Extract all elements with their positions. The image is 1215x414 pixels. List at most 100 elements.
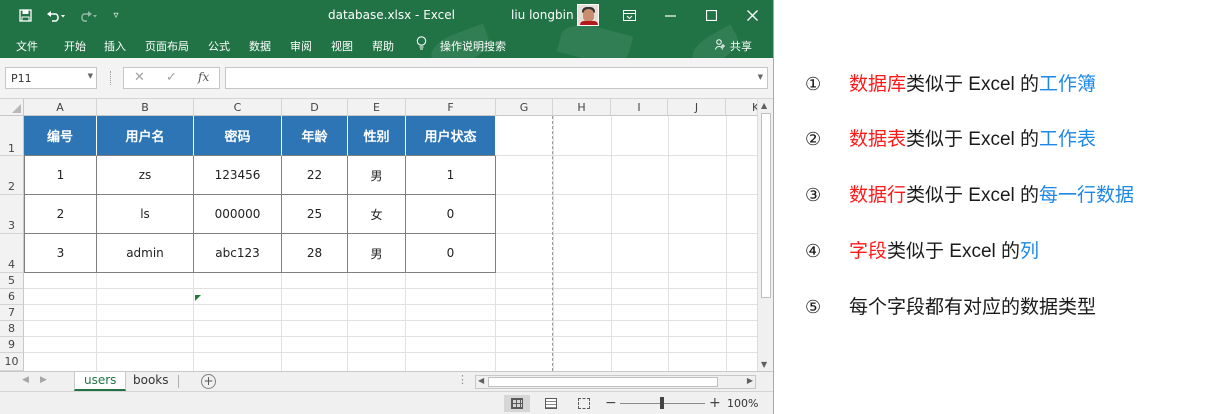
sheet-tab-books[interactable]: books (124, 372, 178, 391)
column-header[interactable]: H (553, 99, 611, 116)
select-all-corner[interactable] (0, 99, 24, 116)
row-header[interactable]: 6 (0, 289, 24, 305)
row-header[interactable]: 8 (0, 321, 24, 337)
tell-me-search[interactable]: 操作说明搜索 (440, 38, 506, 54)
tab-review[interactable]: 审阅 (290, 38, 312, 54)
table-cell[interactable]: 000000 (194, 195, 282, 234)
worksheet-grid[interactable]: A B C D E F G H I J K 1 2 3 4 5 6 7 8 9 … (0, 99, 757, 371)
row-header[interactable]: 5 (0, 273, 24, 289)
sheet-prev-icon[interactable]: ◀ (22, 375, 29, 385)
redo-icon[interactable] (74, 0, 102, 31)
restore-icon[interactable] (697, 0, 725, 31)
expand-formula-icon[interactable]: ▼ (758, 73, 763, 81)
tab-split-handle-icon[interactable]: ⋮ (457, 373, 468, 386)
vertical-scrollbar[interactable]: ▲ ▼ (757, 99, 773, 372)
table-header-cell[interactable]: 密码 (194, 116, 282, 156)
table-cell[interactable]: 1 (406, 156, 496, 195)
column-header[interactable]: K (726, 99, 757, 116)
minimize-icon[interactable] (656, 0, 684, 31)
page-break-view-button[interactable] (571, 395, 597, 412)
scroll-thumb[interactable] (761, 113, 771, 298)
table-cell[interactable]: 25 (282, 195, 348, 234)
tab-page-layout[interactable]: 页面布局 (145, 38, 189, 54)
zoom-out-icon[interactable]: − (605, 395, 617, 411)
tab-help[interactable]: 帮助 (372, 38, 394, 54)
share-button[interactable]: 共享 (730, 38, 752, 54)
table-cell[interactable]: 28 (282, 234, 348, 273)
table-cell[interactable]: 男 (348, 234, 406, 273)
column-header[interactable]: E (348, 99, 406, 116)
table-cell[interactable]: 男 (348, 156, 406, 195)
user-name[interactable]: liu longbin (511, 8, 574, 22)
row-header[interactable]: 10 (0, 353, 24, 371)
table-cell[interactable]: abc123 (194, 234, 282, 273)
table-cell[interactable]: 2 (24, 195, 97, 234)
row-header[interactable]: 4 (0, 234, 24, 273)
column-header[interactable]: G (496, 99, 553, 116)
ribbon-display-icon[interactable] (615, 0, 643, 31)
tab-view[interactable]: 视图 (331, 38, 353, 54)
table-cell[interactable]: ls (97, 195, 194, 234)
row-header[interactable]: 9 (0, 337, 24, 353)
scroll-up-icon[interactable]: ▲ (761, 101, 767, 110)
tab-data[interactable]: 数据 (249, 38, 271, 54)
sheet-tab-users[interactable]: users (74, 372, 127, 391)
page-layout-view-button[interactable] (538, 395, 564, 412)
zoom-in-icon[interactable]: + (709, 395, 721, 411)
tab-formulas[interactable]: 公式 (208, 38, 230, 54)
scroll-thumb[interactable] (488, 377, 718, 387)
zoom-level[interactable]: 100% (727, 397, 758, 410)
table-header-cell[interactable]: 编号 (24, 116, 97, 156)
formula-bar-grip[interactable] (110, 71, 113, 85)
table-header-cell[interactable]: 用户名 (97, 116, 194, 156)
close-icon[interactable] (738, 0, 766, 31)
table-cell[interactable]: admin (97, 234, 194, 273)
cancel-icon[interactable]: ✕ (134, 70, 145, 85)
normal-view-button[interactable] (504, 395, 530, 412)
table-header-cell[interactable]: 用户状态 (406, 116, 496, 156)
row-header[interactable]: 1 (0, 116, 24, 156)
lightbulb-icon[interactable] (416, 36, 427, 54)
column-header[interactable]: J (668, 99, 726, 116)
scroll-left-icon[interactable]: ◀ (478, 376, 484, 385)
customize-qat-icon[interactable]: ▿ (107, 0, 125, 31)
sheet-next-icon[interactable]: ▶ (40, 375, 47, 385)
table-header-cell[interactable]: 年龄 (282, 116, 348, 156)
tab-file[interactable]: 文件 (16, 38, 38, 54)
table-cell[interactable]: 女 (348, 195, 406, 234)
add-sheet-icon[interactable]: + (201, 374, 216, 389)
chevron-down-icon[interactable]: ▼ (88, 72, 93, 80)
table-cell[interactable]: 0 (406, 234, 496, 273)
table-cell[interactable]: 3 (24, 234, 97, 273)
table-cell[interactable]: 1 (24, 156, 97, 195)
tab-home[interactable]: 开始 (64, 38, 86, 54)
column-header[interactable]: I (611, 99, 668, 116)
column-header[interactable]: B (97, 99, 194, 116)
row-header[interactable]: 2 (0, 156, 24, 195)
column-header[interactable]: D (282, 99, 348, 116)
column-header[interactable]: C (194, 99, 282, 116)
tab-insert[interactable]: 插入 (104, 38, 126, 54)
row-header[interactable]: 7 (0, 305, 24, 321)
horizontal-scrollbar[interactable]: ◀ ▶ (475, 375, 756, 389)
name-box[interactable]: P11 ▼ (5, 67, 97, 89)
insert-function-icon[interactable]: fx (198, 70, 209, 84)
table-cell[interactable]: 22 (282, 156, 348, 195)
error-indicator-icon[interactable] (195, 295, 201, 301)
avatar[interactable] (577, 4, 599, 26)
row-header[interactable]: 3 (0, 195, 24, 234)
table-header-cell[interactable]: 性别 (348, 116, 406, 156)
column-header[interactable]: A (24, 99, 97, 116)
table-cell[interactable]: 123456 (194, 156, 282, 195)
scroll-down-icon[interactable]: ▼ (761, 360, 767, 369)
formula-input[interactable]: ▼ (225, 67, 768, 89)
share-icon[interactable] (715, 39, 725, 53)
column-header[interactable]: F (406, 99, 496, 116)
enter-icon[interactable]: ✓ (166, 70, 177, 85)
table-cell[interactable]: zs (97, 156, 194, 195)
table-cell[interactable]: 0 (406, 195, 496, 234)
save-icon[interactable] (12, 0, 38, 31)
undo-icon[interactable] (42, 0, 70, 31)
scroll-right-icon[interactable]: ▶ (747, 376, 753, 385)
zoom-slider-knob[interactable] (660, 397, 664, 409)
